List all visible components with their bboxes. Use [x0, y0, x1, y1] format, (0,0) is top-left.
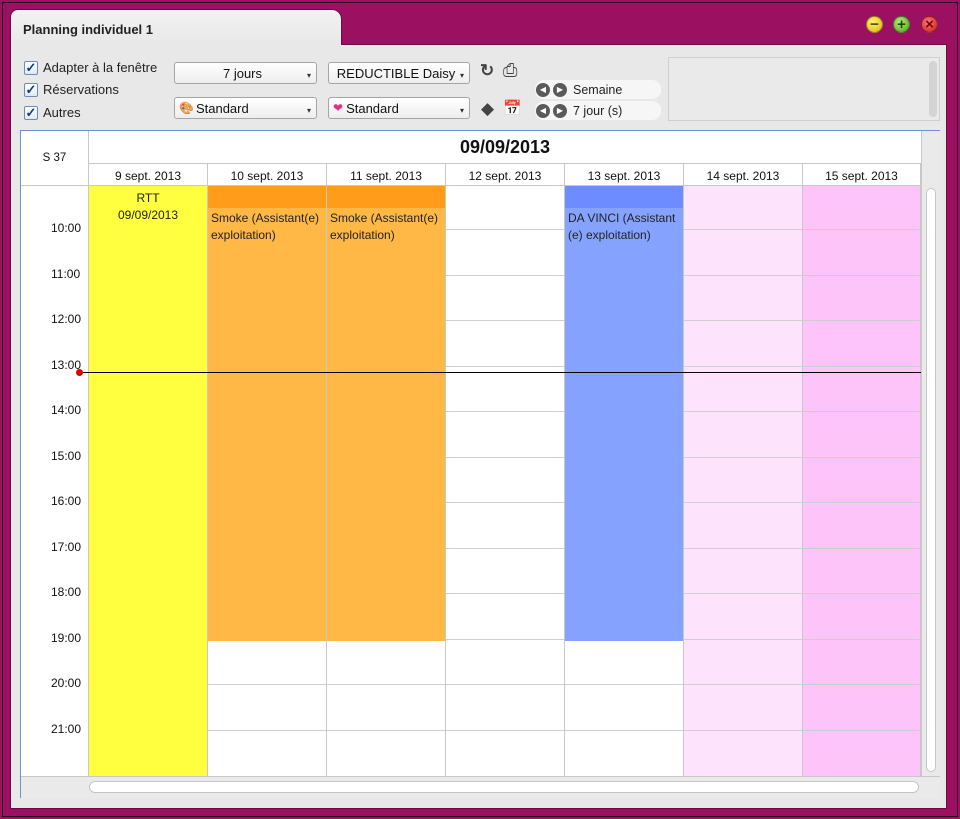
- week-number: S 37: [21, 131, 89, 186]
- next-week-icon[interactable]: ▶: [553, 82, 567, 97]
- vertical-scroll-thumb[interactable]: [926, 188, 936, 772]
- others-checkbox[interactable]: ✓ Autres: [24, 105, 81, 120]
- current-time-line: [77, 372, 921, 373]
- close-button[interactable]: ×: [921, 16, 938, 33]
- day-column[interactable]: [684, 186, 803, 776]
- style-left-select[interactable]: 🎨 Standard ▾: [174, 97, 317, 119]
- event-date: 09/09/2013: [117, 208, 179, 222]
- chevron-down-icon: ▾: [459, 106, 464, 115]
- calendar-event[interactable]: DA VINCI (Assistant (e) exploitation): [565, 186, 683, 641]
- hour-label: 19:00: [51, 631, 82, 645]
- hour-label: 11:00: [51, 267, 81, 281]
- chevron-down-icon: ▾: [459, 71, 464, 80]
- day-column[interactable]: Smoke (Assistant(e) exploitation): [327, 186, 446, 776]
- reservations-label: Réservations: [43, 82, 119, 97]
- day-header[interactable]: 12 sept. 2013: [446, 164, 565, 186]
- event-title: DA VINCI (Assistant (e) exploitation): [568, 211, 676, 242]
- day-column[interactable]: RTT 09/09/2013: [89, 186, 208, 776]
- maximize-button[interactable]: +: [893, 16, 910, 33]
- window-tab[interactable]: Planning individuel 1: [10, 9, 342, 45]
- person-select-value: REDUCTIBLE Daisy: [336, 65, 456, 81]
- diamond-icon[interactable]: ◆: [481, 99, 494, 119]
- fit-window-checkbox[interactable]: ✓ Adapter à la fenêtre: [24, 60, 157, 75]
- chevron-down-icon: ▾: [306, 71, 311, 80]
- hour-label: 18:00: [51, 585, 82, 599]
- day-header[interactable]: 13 sept. 2013: [565, 164, 684, 186]
- palette-icon: 🎨: [179, 101, 194, 115]
- fit-window-label: Adapter à la fenêtre: [43, 60, 158, 75]
- prev-week-icon[interactable]: ◀: [536, 82, 550, 97]
- person-select[interactable]: REDUCTIBLE Daisy ▾: [328, 62, 470, 84]
- event-title: RTT: [136, 191, 160, 205]
- day-header[interactable]: 9 sept. 2013: [89, 164, 208, 186]
- hour-label: 20:00: [51, 676, 82, 690]
- day-column[interactable]: Smoke (Assistant(e) exploitation): [208, 186, 327, 776]
- horizontal-scroll-thumb[interactable]: [89, 781, 919, 793]
- checkbox-check-icon[interactable]: ✓: [24, 60, 38, 75]
- hour-label: 15:00: [51, 449, 82, 463]
- period-select-value: 7 jours: [222, 65, 263, 81]
- days-navigation: ◀ ▶ 7 jour (s): [535, 101, 661, 120]
- refresh-icon[interactable]: ↻: [480, 61, 494, 81]
- hearts-icon: ❤: [333, 101, 344, 115]
- calendar-event[interactable]: Smoke (Assistant(e) exploitation): [208, 186, 326, 641]
- style-right-select[interactable]: ❤ Standard ▾: [328, 97, 470, 119]
- current-time-marker: [76, 369, 83, 376]
- period-select[interactable]: 7 jours ▾: [174, 62, 317, 84]
- others-label: Autres: [43, 105, 81, 120]
- event-title: Smoke (Assistant(e) exploitation): [211, 211, 320, 242]
- window-title: Planning individuel 1: [23, 22, 154, 37]
- day-header[interactable]: 15 sept. 2013: [803, 164, 921, 186]
- reservations-checkbox[interactable]: ✓ Réservations: [24, 82, 119, 97]
- prev-days-icon[interactable]: ◀: [536, 103, 550, 118]
- week-navigation: ◀ ▶ Semaine: [535, 80, 661, 99]
- hour-label: 14:00: [51, 403, 82, 417]
- checkbox-check-icon[interactable]: ✓: [24, 82, 38, 97]
- calendar-event[interactable]: RTT 09/09/2013: [89, 186, 207, 776]
- current-date-title: 09/09/2013: [89, 131, 921, 164]
- days-nav-label: 7 jour (s): [573, 103, 623, 118]
- checkbox-check-icon[interactable]: ✓: [24, 105, 38, 120]
- hour-label: 10:00: [51, 221, 82, 235]
- calendar-icon[interactable]: 📅: [503, 99, 522, 117]
- vertical-scrollbar[interactable]: [921, 186, 940, 776]
- day-column[interactable]: [803, 186, 921, 776]
- hour-label: 16:00: [51, 494, 82, 508]
- info-area: [668, 57, 940, 121]
- minimize-button[interactable]: −: [866, 16, 883, 33]
- hour-label: 17:00: [51, 540, 82, 554]
- planning-calendar: S 37 09/09/2013 9 sept. 2013 10 sept. 201…: [20, 130, 940, 798]
- style-right-value: Standard: [346, 100, 399, 116]
- event-title: Smoke (Assistant(e) exploitation): [330, 211, 439, 242]
- hour-label: 12:00: [51, 312, 82, 326]
- time-column: 10:00 11:00 12:00 13:00 14:00 15:00 16:00 17:00…: [21, 186, 89, 776]
- day-column[interactable]: DA VINCI (Assistant (e) exploitation): [565, 186, 684, 776]
- week-nav-label: Semaine: [573, 82, 623, 97]
- print-icon[interactable]: ⎙: [503, 60, 517, 81]
- day-column[interactable]: [446, 186, 565, 776]
- day-header[interactable]: 10 sept. 2013: [208, 164, 327, 186]
- style-left-value: Standard: [195, 100, 249, 116]
- horizontal-scrollbar[interactable]: [21, 776, 940, 798]
- calendar-event[interactable]: Smoke (Assistant(e) exploitation): [327, 186, 445, 641]
- next-days-icon[interactable]: ▶: [553, 103, 567, 118]
- chevron-down-icon: ▾: [306, 106, 311, 115]
- hour-label: 21:00: [51, 722, 82, 736]
- day-header[interactable]: 14 sept. 2013: [684, 164, 803, 186]
- day-header[interactable]: 11 sept. 2013: [327, 164, 446, 186]
- info-scrollbar[interactable]: [929, 61, 937, 117]
